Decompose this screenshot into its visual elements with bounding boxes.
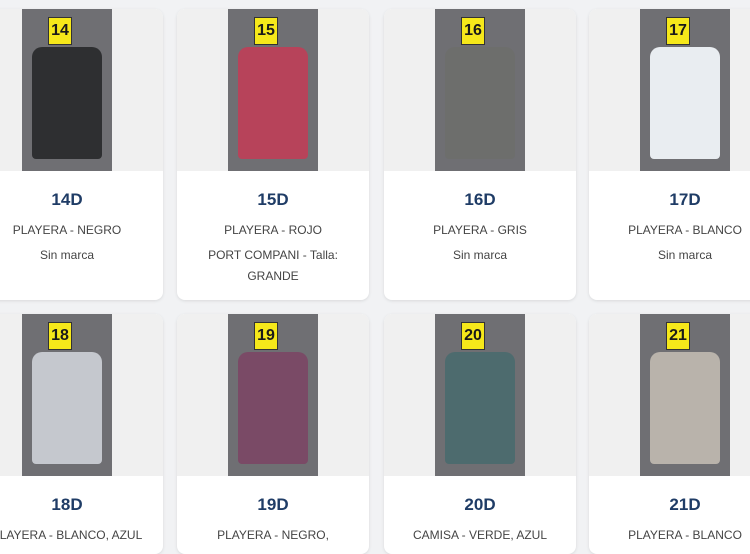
evidence-marker: 14 (48, 17, 72, 45)
item-photo: 16 (435, 9, 525, 171)
item-code: 19D (257, 495, 289, 514)
item-photo: 14 (22, 9, 112, 171)
item-card-21d[interactable]: 21 21D PLAYERA - BLANCO (589, 314, 750, 554)
garment-shape (238, 352, 308, 464)
evidence-marker: 21 (666, 322, 690, 350)
item-code: 21D (669, 495, 701, 514)
item-card-17d[interactable]: 17 17D PLAYERA - BLANCO Sin marca (589, 9, 750, 300)
item-card-16d[interactable]: 16 16D PLAYERA - GRIS Sin marca (384, 9, 576, 300)
item-photo: 15 (228, 9, 318, 171)
item-photo-area: 21 (589, 314, 750, 476)
item-photo-area: 17 (589, 9, 750, 171)
item-photo-area: 14 (0, 9, 163, 171)
garment-shape (238, 47, 308, 159)
item-photo-area: 16 (384, 9, 576, 171)
item-photo-area: 15 (177, 9, 369, 171)
evidence-marker: 16 (461, 17, 485, 45)
item-photo: 20 (435, 314, 525, 476)
item-brand: PORT COMPANI - Talla: GRANDE (208, 248, 338, 283)
garment-shape (650, 352, 720, 464)
item-code: 15D (257, 190, 289, 209)
item-photo: 19 (228, 314, 318, 476)
item-description: PLAYERA - GRIS (433, 223, 527, 237)
evidence-marker: 19 (254, 322, 278, 350)
item-card-18d[interactable]: 18 18D PLAYERA - BLANCO, AZUL (0, 314, 163, 554)
item-description: PLAYERA - BLANCO (628, 223, 742, 237)
item-card-19d[interactable]: 19 19D PLAYERA - NEGRO, (177, 314, 369, 554)
item-description: PLAYERA - ROJO (224, 223, 322, 237)
garment-shape (32, 352, 102, 464)
garment-shape (32, 47, 102, 159)
item-photo: 18 (22, 314, 112, 476)
item-card-14d[interactable]: 14 14D PLAYERA - NEGRO Sin marca (0, 9, 163, 300)
item-brand: Sin marca (39, 248, 95, 262)
item-card-20d[interactable]: 20 20D CAMISA - VERDE, AZUL (384, 314, 576, 554)
item-brand: Sin marca (452, 248, 508, 262)
evidence-marker: 17 (666, 17, 690, 45)
item-code: 20D (464, 495, 496, 514)
garment-shape (650, 47, 720, 159)
item-card-15d[interactable]: 15 15D PLAYERA - ROJO PORT COMPANI - Tal… (177, 9, 369, 300)
item-brand: Sin marca (657, 248, 713, 262)
item-photo: 17 (640, 9, 730, 171)
evidence-marker: 18 (48, 322, 72, 350)
evidence-marker: 15 (254, 17, 278, 45)
item-code: 14D (51, 190, 83, 209)
item-photo: 21 (640, 314, 730, 476)
item-description: PLAYERA - NEGRO (12, 223, 122, 237)
item-photo-area: 19 (177, 314, 369, 476)
item-photo-area: 18 (0, 314, 163, 476)
item-code: 17D (669, 190, 701, 209)
item-photo-area: 20 (384, 314, 576, 476)
item-code: 16D (464, 190, 496, 209)
garment-shape (445, 47, 515, 159)
garment-shape (445, 352, 515, 464)
evidence-marker: 20 (461, 322, 485, 350)
item-code: 18D (51, 495, 83, 514)
